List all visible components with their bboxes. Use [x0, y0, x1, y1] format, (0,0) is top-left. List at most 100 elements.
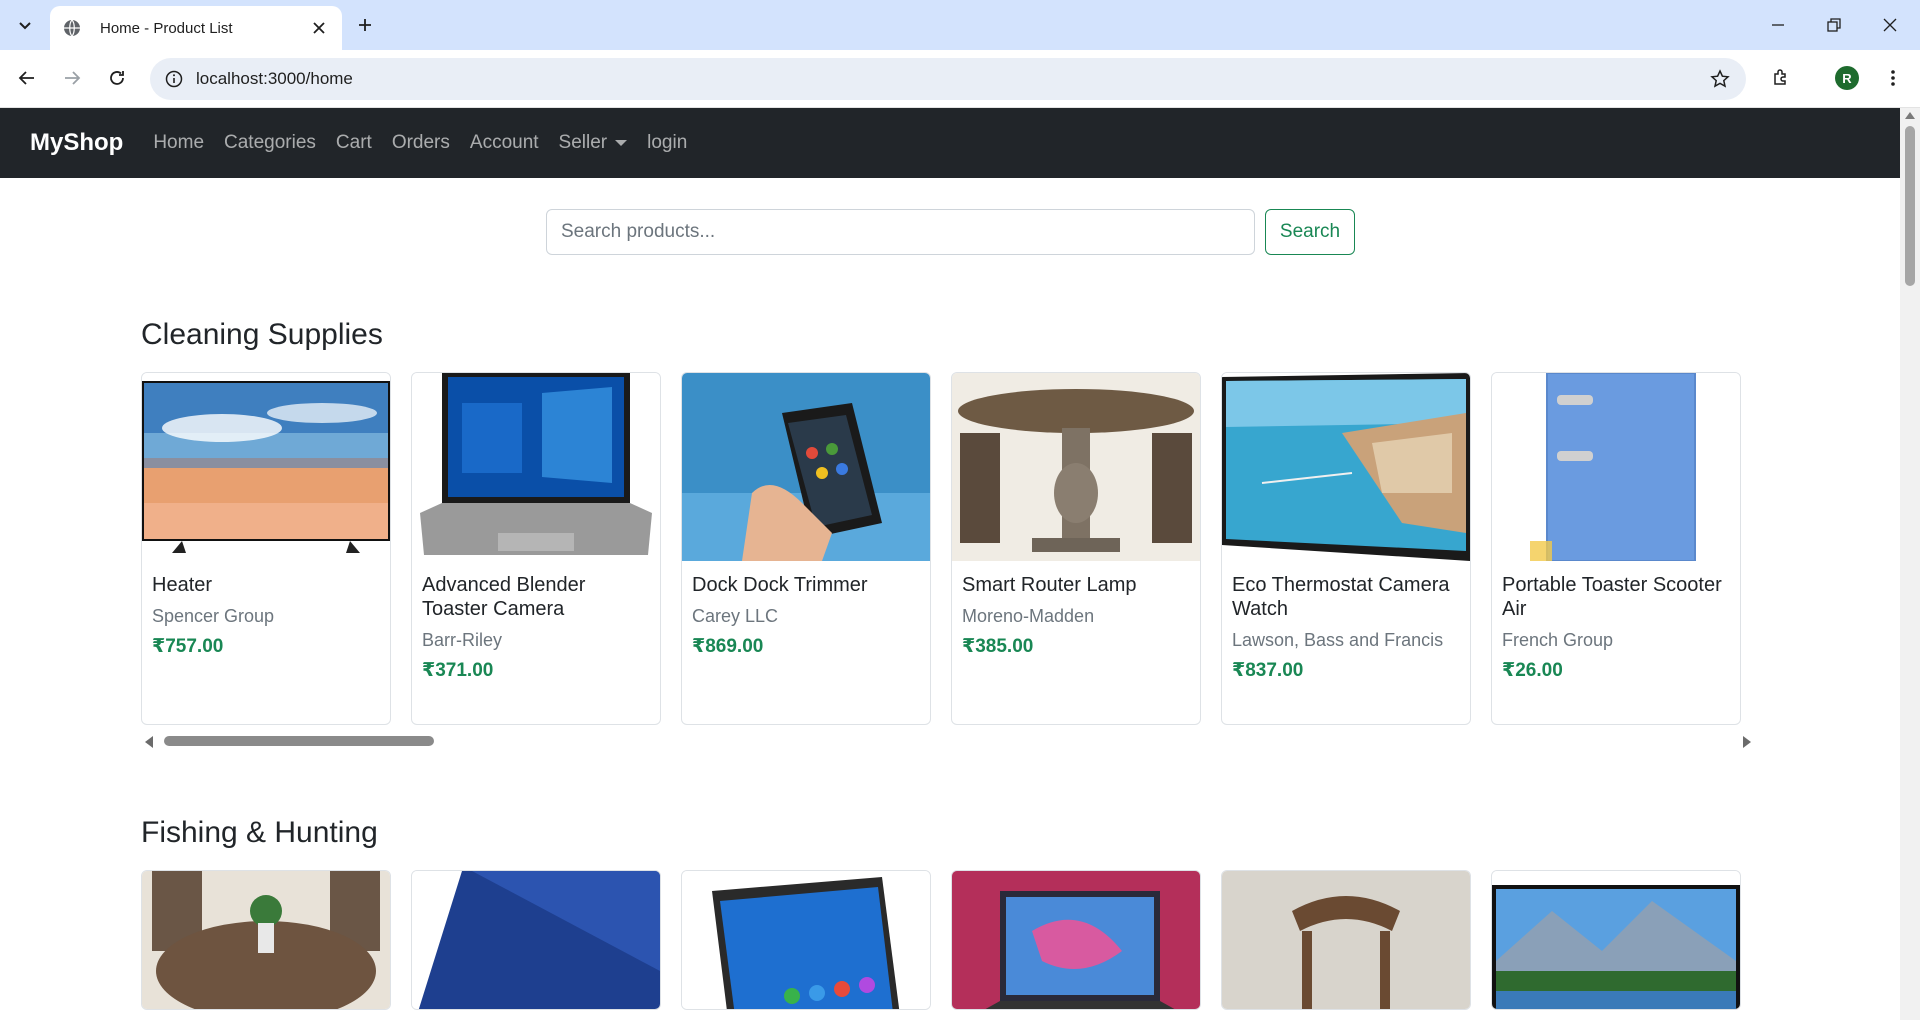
product-seller: Spencer Group — [152, 606, 275, 626]
scroll-left-arrow-icon[interactable] — [145, 736, 153, 748]
nav-seller-label: Seller — [558, 132, 608, 153]
browser-toolbar: localhost:3000/home R — [0, 50, 1920, 108]
product-price: ₹26.00 — [1502, 660, 1563, 681]
nav-login[interactable]: login — [647, 132, 687, 154]
product-card[interactable] — [411, 870, 661, 1010]
product-card[interactable]: Smart Router Lamp Moreno-Madden ₹385.00 — [951, 372, 1201, 725]
product-image-table — [952, 373, 1200, 561]
arrow-right-icon — [65, 71, 81, 85]
close-tab-icon[interactable] — [308, 17, 330, 39]
avatar: R — [1835, 66, 1859, 90]
product-seller: Barr-Riley — [422, 630, 503, 650]
search-input[interactable] — [546, 209, 1255, 255]
product-card[interactable]: Advanced Blender Toaster Camera Barr-Ril… — [411, 372, 661, 725]
section-title-fishing-hunting: Fishing & Hunting — [141, 816, 378, 849]
globe-icon — [62, 18, 82, 38]
browser-tab-active[interactable]: Home - Product List — [50, 6, 342, 50]
product-price: ₹385.00 — [962, 636, 1034, 657]
reload-button[interactable] — [100, 61, 134, 95]
product-price: ₹869.00 — [692, 636, 764, 657]
close-window-button[interactable] — [1862, 0, 1918, 50]
product-image-laptop — [412, 373, 660, 561]
product-name: Dock Dock Trimmer — [692, 574, 868, 596]
puzzle-icon — [1774, 69, 1786, 85]
brand-logo[interactable]: MyShop — [30, 129, 123, 157]
product-price: ₹371.00 — [422, 660, 494, 681]
restore-button[interactable] — [1806, 0, 1862, 50]
product-card[interactable]: Portable Toaster Scooter Air French Grou… — [1491, 372, 1741, 725]
product-image-chair — [1222, 871, 1470, 1009]
address-bar[interactable]: localhost:3000/home — [150, 58, 1746, 100]
product-row-fishing-hunting — [141, 870, 1761, 1010]
page-scrollbar[interactable] — [1900, 108, 1920, 1020]
section-title-cleaning-supplies: Cleaning Supplies — [141, 318, 383, 351]
product-image-dining-table — [142, 871, 390, 1009]
close-icon — [1883, 18, 1897, 32]
search-button[interactable]: Search — [1265, 209, 1355, 255]
scroll-up-arrow-icon[interactable] — [1905, 112, 1915, 119]
product-image-tv-mountain — [1492, 871, 1740, 1009]
product-card[interactable]: Dock Dock Trimmer Carey LLC ₹869.00 — [681, 372, 931, 725]
minimize-button[interactable] — [1750, 0, 1806, 50]
product-card[interactable] — [141, 870, 391, 1010]
site-info-icon[interactable] — [164, 69, 184, 89]
search-form: Search — [546, 209, 1355, 255]
bookmark-star-icon[interactable] — [1704, 63, 1736, 95]
site-navbar: MyShop Home Categories Cart Orders Accou… — [0, 108, 1900, 178]
product-row-scrollbar[interactable] — [141, 733, 1755, 749]
nav-home[interactable]: Home — [153, 132, 204, 154]
product-card[interactable] — [1491, 870, 1741, 1010]
browser-tabstrip: Home - Product List — [0, 0, 1920, 50]
product-card[interactable]: Eco Thermostat Camera Watch Lawson, Bass… — [1221, 372, 1471, 725]
product-price: ₹837.00 — [1232, 660, 1304, 681]
page-scrollbar-thumb[interactable] — [1905, 126, 1915, 286]
kebab-menu-icon — [1891, 70, 1895, 86]
forward-button[interactable] — [55, 61, 89, 95]
nav-account[interactable]: Account — [470, 132, 539, 154]
browser-menu-button[interactable] — [1876, 61, 1910, 95]
product-card[interactable] — [681, 870, 931, 1010]
new-tab-button[interactable] — [350, 10, 380, 40]
product-row-cleaning-supplies: Heater Spencer Group ₹757.00 Advanced Bl… — [141, 372, 1761, 725]
product-seller: Carey LLC — [692, 606, 779, 626]
extensions-button[interactable] — [1764, 61, 1798, 95]
reload-icon — [110, 71, 124, 85]
product-name: Heater — [152, 574, 213, 596]
product-card[interactable] — [1221, 870, 1471, 1010]
product-name: Smart Router Lamp — [962, 574, 1137, 596]
product-name: Advanced Blender Toaster Camera — [422, 574, 586, 620]
restore-icon — [1827, 18, 1841, 32]
nav-cart[interactable]: Cart — [336, 132, 372, 154]
scrollbar-thumb[interactable] — [164, 736, 434, 746]
nav-categories[interactable]: Categories — [224, 132, 316, 154]
product-image-fridge — [1492, 373, 1740, 561]
arrow-left-icon — [18, 71, 34, 85]
url-text[interactable]: localhost:3000/home — [196, 69, 1704, 89]
product-seller: French Group — [1502, 630, 1614, 650]
nav-orders[interactable]: Orders — [392, 132, 450, 154]
tab-search-button[interactable] — [10, 10, 40, 40]
chevron-down-icon — [19, 22, 31, 30]
product-image-tv-coast — [1222, 373, 1470, 561]
product-card[interactable]: Heater Spencer Group ₹757.00 — [141, 372, 391, 725]
product-image-blue-laptop — [412, 871, 660, 1009]
nav-seller-dropdown[interactable]: Seller — [559, 132, 628, 154]
product-image-tv — [142, 373, 390, 561]
product-price: ₹757.00 — [152, 636, 224, 657]
profile-button[interactable]: R — [1830, 61, 1864, 95]
product-seller: Moreno-Madden — [962, 606, 1095, 626]
tab-title: Home - Product List — [100, 19, 233, 37]
product-image-phone — [682, 373, 930, 561]
back-button[interactable] — [10, 61, 44, 95]
minimize-icon — [1772, 24, 1784, 26]
product-name: Eco Thermostat Camera Watch — [1232, 574, 1450, 620]
product-name: Portable Toaster Scooter Air — [1502, 574, 1722, 620]
scroll-right-arrow-icon[interactable] — [1743, 736, 1751, 748]
product-seller: Lawson, Bass and Francis — [1232, 630, 1444, 650]
page-viewport: MyShop Home Categories Cart Orders Accou… — [0, 108, 1900, 1020]
product-image-laptop-pink — [952, 871, 1200, 1009]
plus-icon — [359, 19, 371, 31]
caret-down-icon — [615, 140, 628, 146]
product-image-smartphone — [682, 871, 930, 1009]
product-card[interactable] — [951, 870, 1201, 1010]
